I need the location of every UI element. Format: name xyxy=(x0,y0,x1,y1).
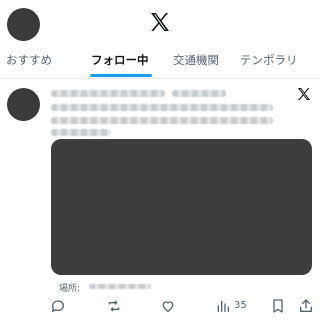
share-icon[interactable] xyxy=(298,298,316,316)
comment-icon[interactable] xyxy=(50,298,68,316)
post-text-line-redacted xyxy=(51,129,111,136)
profile-avatar[interactable] xyxy=(7,8,40,41)
tab-temporary[interactable]: テンポラリ xyxy=(240,44,298,78)
active-tab-indicator xyxy=(90,74,152,77)
post-text-line-redacted xyxy=(51,117,273,124)
location-label: 場所: xyxy=(59,284,81,294)
location-value-redacted xyxy=(89,284,151,289)
bookmark-icon[interactable] xyxy=(270,298,288,316)
tab-following[interactable]: フォロー中 xyxy=(91,44,149,78)
tab-osusume[interactable]: おすすめ xyxy=(6,44,52,78)
tab-transit[interactable]: 交通機関 xyxy=(173,44,219,78)
post-text-line-redacted xyxy=(51,104,273,111)
tabs-divider xyxy=(0,78,320,79)
post-media[interactable] xyxy=(51,139,312,275)
post-author-handle-redacted xyxy=(172,90,226,97)
post-author-avatar[interactable] xyxy=(7,88,40,121)
repost-icon[interactable] xyxy=(106,298,124,316)
x-logo-icon xyxy=(296,86,312,102)
views-count: 35 xyxy=(234,300,247,311)
views-chart-icon[interactable] xyxy=(215,298,233,316)
post-author-name-redacted[interactable] xyxy=(51,90,165,97)
heart-icon[interactable] xyxy=(160,298,178,316)
timeline-tabs: おすすめ フォロー中 交通機関 テンポラリ xyxy=(0,44,320,78)
x-logo-icon[interactable] xyxy=(148,10,172,34)
